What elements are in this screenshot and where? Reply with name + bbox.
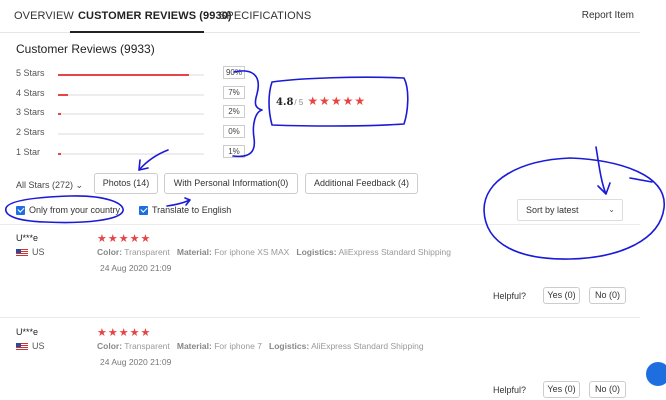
- personal-info-filter-button[interactable]: With Personal Information(0): [164, 173, 298, 194]
- us-flag-icon: [16, 249, 28, 256]
- rating-bar: [58, 74, 204, 76]
- all-stars-label: All Stars (272): [16, 180, 74, 190]
- only-country-checkbox[interactable]: Only from your country: [16, 205, 120, 215]
- material-label: Material:: [176, 247, 212, 257]
- rating-label: 1 Star: [16, 147, 41, 157]
- sort-dropdown[interactable]: Sort by latest ⌄: [517, 199, 623, 221]
- helpful-label: Helpful?: [492, 291, 526, 301]
- logistics-value: AliExpress Standard Shipping: [311, 341, 424, 351]
- overall-score: 4.8/ 5 ★★★★★: [276, 92, 388, 114]
- rating-row-2[interactable]: 2 Stars 0%: [16, 125, 245, 141]
- checkbox-checked-icon: [16, 205, 25, 215]
- rating-percent: 0%: [223, 125, 245, 138]
- color-value: Transparent: [124, 247, 170, 257]
- translate-checkbox[interactable]: Translate to English: [139, 205, 231, 215]
- rating-percent: 1%: [223, 145, 245, 158]
- checkbox-checked-icon: [139, 205, 148, 215]
- tab-overview[interactable]: OVERVIEW: [14, 10, 74, 22]
- rating-label: 3 Stars: [16, 107, 45, 117]
- rating-percent: 7%: [223, 86, 245, 99]
- review-stars-icon: ★★★★★: [97, 327, 152, 339]
- helpful-no-button[interactable]: No (0): [589, 381, 626, 398]
- rating-row-4[interactable]: 4 Stars 7%: [16, 86, 245, 102]
- tab-customer-reviews[interactable]: CUSTOMER REVIEWS (9930): [78, 10, 232, 22]
- rating-bar: [58, 153, 204, 155]
- active-tab-indicator: [70, 31, 204, 33]
- score-stars-icon: ★★★★★: [307, 94, 367, 108]
- annotation-sort-arrow: [595, 146, 611, 195]
- reviewer-name: U***e: [16, 233, 39, 243]
- reviewer-name: U***e: [16, 327, 39, 337]
- helpful-yes-button[interactable]: Yes (0): [543, 381, 580, 398]
- helpful-label: Helpful?: [492, 385, 526, 395]
- report-item-link[interactable]: Report Item: [582, 10, 634, 21]
- material-value: For iphone 7: [214, 341, 262, 351]
- rating-row-5[interactable]: 5 Stars 90%: [16, 66, 245, 82]
- review-date: 24 Aug 2020 21:09: [100, 357, 172, 367]
- divider: [0, 224, 640, 225]
- rating-label: 4 Stars: [16, 88, 45, 98]
- review-attributes: Color: Transparent Material: For iphone …: [97, 247, 451, 257]
- rating-bar-fill: [58, 153, 61, 155]
- rating-row-3[interactable]: 3 Stars 2%: [16, 105, 245, 121]
- all-stars-dropdown[interactable]: All Stars (272) ⌄: [16, 180, 83, 191]
- chevron-down-icon: ⌄: [608, 205, 615, 214]
- annotation-right-mark: [629, 177, 653, 183]
- helpful-yes-button[interactable]: Yes (0): [543, 287, 580, 304]
- rating-label: 5 Stars: [16, 68, 45, 78]
- review-item: U***e US ★★★★★ Color: Transparent Materi…: [0, 327, 640, 400]
- divider: [0, 317, 640, 318]
- scroll-top-button[interactable]: [646, 362, 666, 386]
- color-label: Color:: [97, 247, 123, 257]
- material-value: For iphone XS MAX: [214, 247, 290, 257]
- logistics-label: Logistics:: [269, 341, 310, 351]
- rating-percent: 90%: [223, 66, 245, 79]
- color-value: Transparent: [124, 341, 170, 351]
- reviewer-country: US: [32, 247, 45, 257]
- logistics-label: Logistics:: [296, 247, 337, 257]
- score-value: 4.8: [276, 97, 294, 108]
- reviewer-country: US: [32, 341, 45, 351]
- rating-bar: [58, 94, 204, 96]
- tab-bar: OVERVIEW CUSTOMER REVIEWS (9930) SPECIFI…: [0, 0, 640, 33]
- helpful-no-button[interactable]: No (0): [589, 287, 626, 304]
- rating-bar-fill: [58, 113, 61, 115]
- sort-selected: Sort by latest: [526, 205, 579, 215]
- material-label: Material:: [176, 341, 212, 351]
- translate-label: Translate to English: [152, 205, 232, 215]
- color-label: Color:: [97, 341, 123, 351]
- rating-label: 2 Stars: [16, 127, 45, 137]
- review-date: 24 Aug 2020 21:09: [100, 263, 172, 273]
- reviews-heading: Customer Reviews (9933): [16, 42, 155, 56]
- rating-bar-fill: [58, 74, 190, 76]
- us-flag-icon: [16, 343, 28, 350]
- logistics-value: AliExpress Standard Shipping: [338, 247, 451, 257]
- rating-bar: [58, 133, 204, 135]
- annotation-photos-arrowhead: [138, 159, 149, 171]
- rating-row-1[interactable]: 1 Star 1%: [16, 145, 245, 161]
- tab-specifications[interactable]: SPECIFICATIONS: [219, 10, 311, 22]
- rating-bar: [58, 113, 204, 115]
- only-country-label: Only from your country: [29, 205, 121, 215]
- score-max: / 5: [294, 98, 304, 107]
- review-stars-icon: ★★★★★: [97, 233, 152, 245]
- rating-bar-fill: [58, 94, 69, 96]
- rating-percent: 2%: [223, 105, 245, 118]
- review-item: U***e US ★★★★★ Color: Transparent Materi…: [0, 233, 640, 313]
- photos-filter-button[interactable]: Photos (14): [94, 173, 158, 194]
- additional-feedback-filter-button[interactable]: Additional Feedback (4): [305, 173, 418, 194]
- chevron-down-icon: ⌄: [75, 180, 84, 190]
- review-attributes: Color: Transparent Material: For iphone …: [97, 341, 424, 351]
